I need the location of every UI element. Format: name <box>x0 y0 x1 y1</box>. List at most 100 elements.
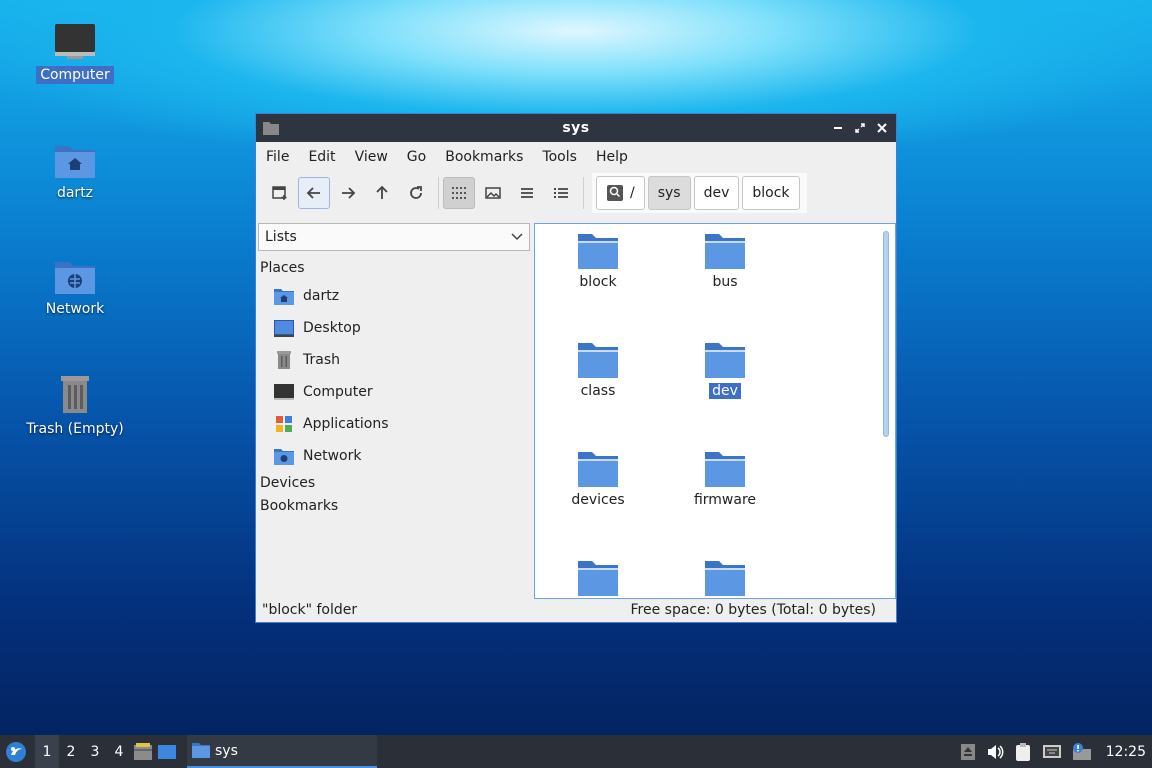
folder-icon <box>705 234 745 269</box>
network-folder-icon <box>55 262 95 294</box>
workspace-3[interactable]: 3 <box>83 735 107 768</box>
menu-tools[interactable]: Tools <box>536 149 590 165</box>
toolbar-separator <box>583 177 584 209</box>
title-bar[interactable]: sys <box>256 114 896 142</box>
desktop-icon-label: Network <box>45 301 105 317</box>
folder-item-dev[interactable]: dev <box>675 341 775 399</box>
side-pane-mode-value: Lists <box>265 229 297 245</box>
workspace-4[interactable]: 4 <box>107 735 131 768</box>
desktop-icon <box>274 320 294 337</box>
breadcrumb-sys[interactable]: sys <box>647 176 691 210</box>
reload-button[interactable] <box>400 177 432 209</box>
quicklaunch-file-manager[interactable] <box>131 735 155 768</box>
desktop-icon-trash[interactable]: Trash (Empty) <box>20 372 130 438</box>
menu-edit[interactable]: Edit <box>302 149 348 165</box>
compact-view-button[interactable] <box>511 177 543 209</box>
volume-icon[interactable] <box>986 743 1004 761</box>
quicklaunch-show-desktop[interactable] <box>155 735 179 768</box>
menu-go[interactable]: Go <box>401 149 439 165</box>
status-free-space: Free space: 0 bytes (Total: 0 bytes) <box>630 602 877 618</box>
minimize-icon <box>834 127 842 129</box>
start-menu-button[interactable] <box>3 739 29 765</box>
eject-icon[interactable] <box>960 743 976 761</box>
place-computer[interactable]: Computer <box>257 376 532 408</box>
network-folder-icon <box>274 449 294 465</box>
menu-view[interactable]: View <box>349 149 401 165</box>
menu-help[interactable]: Help <box>590 149 641 165</box>
toolbar-separator <box>438 177 439 209</box>
place-label: Desktop <box>303 320 361 336</box>
minimize-button[interactable] <box>830 120 846 136</box>
vertical-scrollbar[interactable] <box>883 231 889 437</box>
menu-bookmarks[interactable]: Bookmarks <box>439 149 536 165</box>
trash-icon <box>277 351 291 369</box>
detailed-list-icon <box>554 188 568 198</box>
file-manager-icon <box>134 742 152 760</box>
desktop-icon-dartz[interactable]: dartz <box>20 140 130 202</box>
image-view-icon <box>485 187 501 199</box>
workspace-1[interactable]: 1 <box>35 735 59 768</box>
folder-name: dev <box>709 383 741 399</box>
side-pane: Lists Places dartz Desktop Trash Compute… <box>257 223 532 599</box>
folder-item-class[interactable]: class <box>548 341 648 399</box>
breadcrumb-root[interactable]: / <box>596 176 645 210</box>
network-status-icon[interactable] <box>1042 743 1062 761</box>
side-pane-mode-select[interactable]: Lists <box>258 223 530 251</box>
folder-item[interactable] <box>675 559 775 597</box>
forward-button[interactable] <box>332 177 364 209</box>
desktop-icon <box>158 744 176 759</box>
close-button[interactable] <box>874 120 890 136</box>
breadcrumb-block[interactable]: block <box>742 176 800 210</box>
back-button[interactable] <box>298 177 330 209</box>
compact-list-icon <box>521 188 533 198</box>
icon-view-button[interactable] <box>443 177 475 209</box>
toolbar: / sys dev block <box>256 172 896 214</box>
folder-icon <box>578 343 618 378</box>
grid-view-icon <box>452 187 466 199</box>
computer-icon <box>274 384 294 400</box>
folder-item-firmware[interactable]: firmware <box>675 450 775 508</box>
desktop-icon-computer[interactable]: Computer <box>20 22 130 84</box>
arrow-right-icon <box>342 187 356 199</box>
section-devices[interactable]: Devices <box>257 472 532 495</box>
folder-view[interactable]: block bus class dev devices firmware <box>534 223 896 599</box>
update-notification-icon[interactable] <box>1072 742 1092 761</box>
applications-icon <box>276 416 292 432</box>
folder-icon <box>705 452 745 487</box>
desktop-icon-network[interactable]: Network <box>20 256 130 318</box>
folder-name: block <box>579 274 617 290</box>
task-button-sys[interactable]: sys <box>187 735 377 768</box>
folder-icon <box>263 122 279 135</box>
clock[interactable]: 12:25 <box>1106 744 1146 760</box>
folder-item[interactable] <box>548 559 648 597</box>
folder-name: class <box>580 383 616 399</box>
new-tab-button[interactable] <box>264 177 296 209</box>
window-title: sys <box>562 120 590 136</box>
up-button[interactable] <box>366 177 398 209</box>
folder-name: firmware <box>693 492 757 508</box>
place-dartz[interactable]: dartz <box>257 280 532 312</box>
desktop-icon-label: Trash (Empty) <box>26 421 124 437</box>
place-applications[interactable]: Applications <box>257 408 532 440</box>
workspace-2[interactable]: 2 <box>59 735 83 768</box>
place-desktop[interactable]: Desktop <box>257 312 532 344</box>
place-trash[interactable]: Trash <box>257 344 532 376</box>
clipboard-icon[interactable] <box>1014 742 1032 762</box>
menu-file[interactable]: File <box>260 149 302 165</box>
folder-item-block[interactable]: block <box>548 232 648 290</box>
new-tab-icon <box>272 186 287 200</box>
system-tray: 12:25 <box>960 742 1146 762</box>
detailed-view-button[interactable] <box>545 177 577 209</box>
place-network[interactable]: Network <box>257 440 532 472</box>
maximize-button[interactable] <box>852 120 868 136</box>
place-label: Applications <box>303 416 389 432</box>
section-bookmarks[interactable]: Bookmarks <box>257 495 532 518</box>
maximize-icon <box>855 123 865 133</box>
breadcrumb-dev[interactable]: dev <box>693 176 740 210</box>
trash-icon <box>61 376 89 413</box>
folder-item-devices[interactable]: devices <box>548 450 648 508</box>
section-places[interactable]: Places <box>257 257 532 280</box>
thumbnail-view-button[interactable] <box>477 177 509 209</box>
folder-item-bus[interactable]: bus <box>675 232 775 290</box>
taskbar: 1 2 3 4 sys 12:25 <box>0 735 1152 768</box>
